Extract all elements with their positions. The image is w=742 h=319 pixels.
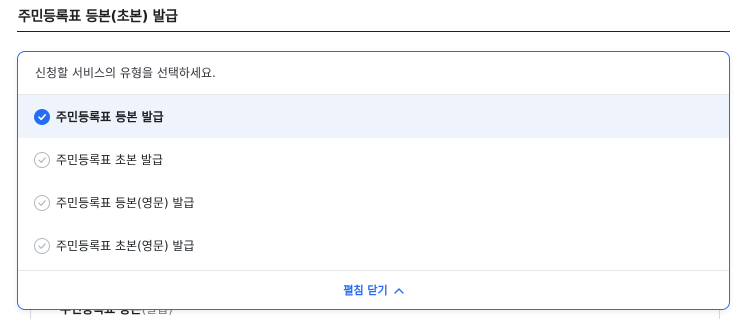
collapse-button[interactable]: 펼침 닫기 xyxy=(343,282,404,298)
check-circle-icon xyxy=(34,194,50,211)
option-abstract-copy-english[interactable]: 주민등록표 초본(영문) 발급 xyxy=(18,224,729,267)
check-circle-icon xyxy=(34,108,50,125)
page-title: 주민등록표 등본(초본) 발급 xyxy=(18,9,178,25)
option-label: 주민등록표 초본 발급 xyxy=(56,153,163,167)
page: 주민등록표 등본(초본) 발급 주민등록표 등본(발급) 신청할 서비스의 유형… xyxy=(0,0,742,319)
chevron-up-icon xyxy=(393,284,404,297)
panel-guide-text: 신청할 서비스의 유형을 선택하세요. xyxy=(18,52,729,95)
option-certified-copy-english[interactable]: 주민등록표 등본(영문) 발급 xyxy=(18,181,729,224)
option-label: 주민등록표 등본(영문) 발급 xyxy=(56,196,195,210)
option-label: 주민등록표 초본(영문) 발급 xyxy=(56,239,195,253)
check-circle-icon xyxy=(34,151,50,168)
option-abstract-copy[interactable]: 주민등록표 초본 발급 xyxy=(18,138,729,181)
option-label: 주민등록표 등본 발급 xyxy=(56,110,164,124)
service-type-dropdown-panel: 신청할 서비스의 유형을 선택하세요. 주민등록표 등본 발급 주민등록표 초본… xyxy=(17,51,730,310)
title-divider xyxy=(17,31,730,32)
collapse-button-label: 펼침 닫기 xyxy=(343,284,388,297)
option-certified-copy[interactable]: 주민등록표 등본 발급 xyxy=(18,95,729,138)
panel-footer: 펼침 닫기 xyxy=(18,270,729,309)
check-circle-icon xyxy=(34,237,50,254)
